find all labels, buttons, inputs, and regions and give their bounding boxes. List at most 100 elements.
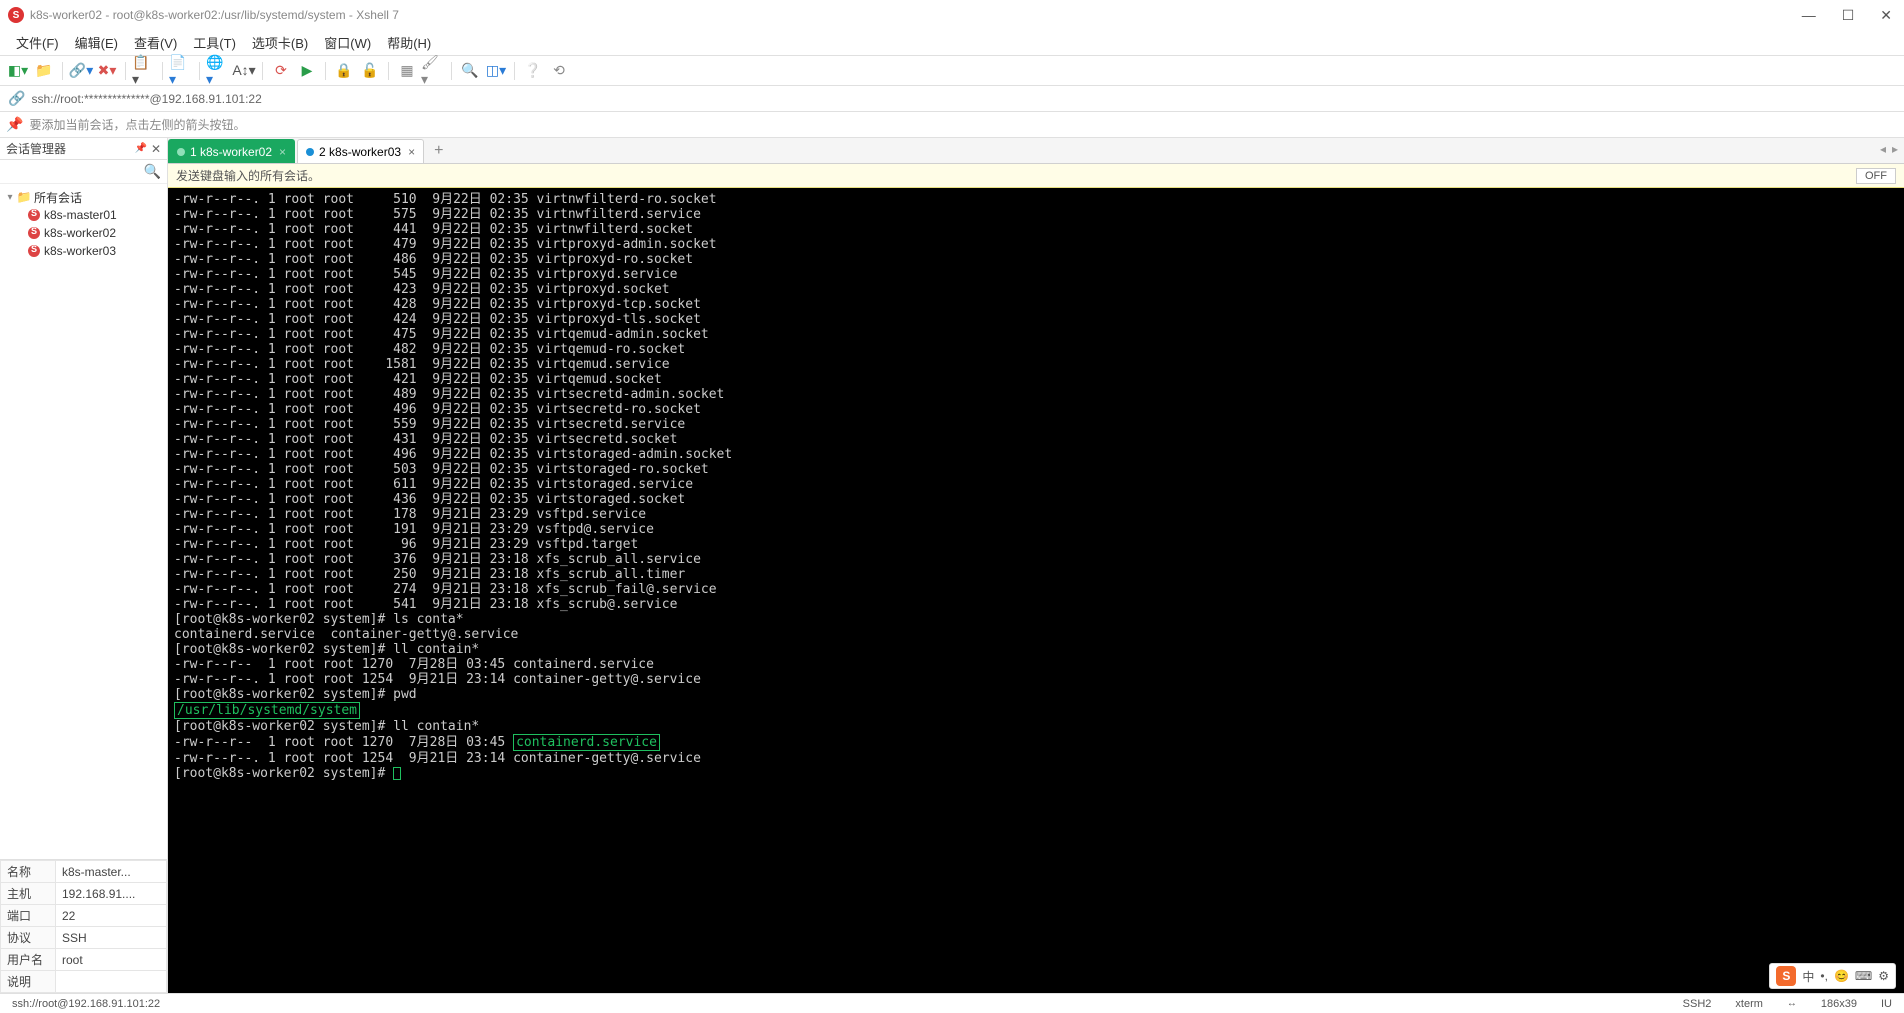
globe-icon[interactable]: 🌐▾ bbox=[206, 59, 230, 83]
status-size: 186x39 bbox=[1817, 998, 1861, 1010]
session-tree[interactable]: ▾ 所有会话 k8s-master01 k8s-worker02 k8s-wor… bbox=[0, 184, 167, 859]
ime-tray[interactable]: S 中 •, 😊 ⌨ ⚙ bbox=[1769, 963, 1896, 989]
session-icon bbox=[28, 245, 40, 257]
prop-key: 说明 bbox=[1, 971, 56, 993]
status-address: ssh://root@192.168.91.101:22 bbox=[8, 998, 164, 1010]
broadcast-text: 发送键盘输入的所有会话。 bbox=[176, 167, 320, 184]
folder-icon bbox=[16, 190, 32, 204]
prop-val: root bbox=[56, 949, 167, 971]
session-label: k8s-worker03 bbox=[44, 244, 116, 258]
tab-prev-icon[interactable]: ◂ bbox=[1880, 142, 1886, 156]
link-icon[interactable]: 🔗 bbox=[8, 90, 25, 107]
status-resize-icon: ↔ bbox=[1783, 998, 1801, 1009]
app-icon: S bbox=[8, 7, 24, 23]
session-label: k8s-worker02 bbox=[44, 226, 116, 240]
open-session-icon[interactable]: 📁 bbox=[32, 59, 56, 83]
lock-icon[interactable]: 🔒 bbox=[332, 59, 356, 83]
brush-icon[interactable]: 🖌▾ bbox=[421, 59, 445, 83]
session-item[interactable]: k8s-worker03 bbox=[2, 242, 165, 260]
ime-punct-icon[interactable]: •, bbox=[1820, 969, 1828, 983]
tab-close-icon[interactable]: × bbox=[408, 145, 415, 159]
prop-val: SSH bbox=[56, 927, 167, 949]
prop-val: k8s-master... bbox=[56, 861, 167, 883]
prop-key: 端口 bbox=[1, 905, 56, 927]
address-bar: 🔗 ssh://root:**************@192.168.91.1… bbox=[0, 86, 1904, 112]
tab-worker02[interactable]: 1 k8s-worker02 × bbox=[168, 139, 295, 163]
tab-status-dot bbox=[306, 148, 314, 156]
broadcast-off-button[interactable]: OFF bbox=[1856, 168, 1896, 184]
window-title: k8s-worker02 - root@k8s-worker02:/usr/li… bbox=[30, 8, 1798, 22]
prop-key: 协议 bbox=[1, 927, 56, 949]
ime-s-icon[interactable]: S bbox=[1776, 966, 1796, 986]
status-bar: ssh://root@192.168.91.101:22 SSH2 xterm … bbox=[0, 993, 1904, 1013]
tab-bar: 1 k8s-worker02 × 2 k8s-worker03 × + ◂ ▸ bbox=[168, 138, 1904, 164]
prop-key: 用户名 bbox=[1, 949, 56, 971]
restart-icon[interactable]: ⟳ bbox=[269, 59, 293, 83]
prop-key: 名称 bbox=[1, 861, 56, 883]
tree-root[interactable]: ▾ 所有会话 bbox=[2, 188, 165, 206]
address-text[interactable]: ssh://root:**************@192.168.91.101… bbox=[31, 92, 261, 106]
two-pane-icon[interactable]: ◫▾ bbox=[484, 59, 508, 83]
disconnect-icon[interactable]: ✖▾ bbox=[95, 59, 119, 83]
prop-val: 22 bbox=[56, 905, 167, 927]
search-icon[interactable]: 🔍 bbox=[144, 163, 161, 180]
paste-icon[interactable]: 📄▾ bbox=[169, 59, 193, 83]
menu-help[interactable]: 帮助(H) bbox=[381, 31, 437, 54]
find-icon[interactable]: 🔍 bbox=[458, 59, 482, 83]
prop-val bbox=[56, 971, 167, 993]
broadcast-bar: 发送键盘输入的所有会话。 OFF bbox=[168, 164, 1904, 188]
session-icon bbox=[28, 209, 40, 221]
maximize-button[interactable]: ☐ bbox=[1838, 7, 1859, 24]
tab-worker03[interactable]: 2 k8s-worker03 × bbox=[297, 139, 424, 163]
session-icon bbox=[28, 227, 40, 239]
help-icon[interactable]: ❔ bbox=[521, 59, 545, 83]
toolbar: ◧▾ 📁 🔗▾ ✖▾ 📋▾ 📄▾ 🌐▾ A↕▾ ⟳ ▶ 🔒 🔓 ▦ 🖌▾ 🔍 ◫… bbox=[0, 56, 1904, 86]
tab-add-button[interactable]: + bbox=[426, 139, 451, 163]
tab-status-dot bbox=[177, 148, 185, 156]
tab-close-icon[interactable]: × bbox=[279, 145, 286, 159]
tab-label: 2 k8s-worker03 bbox=[319, 145, 401, 159]
ime-keyboard-icon[interactable]: ⌨ bbox=[1855, 969, 1872, 983]
grid-icon[interactable]: ▦ bbox=[395, 59, 419, 83]
hint-bar: 📌 要添加当前会话，点击左侧的箭头按钮。 bbox=[0, 112, 1904, 138]
unlock-icon[interactable]: 🔓 bbox=[358, 59, 382, 83]
prop-key: 主机 bbox=[1, 883, 56, 905]
session-label: k8s-master01 bbox=[44, 208, 117, 222]
panel-pin-icon[interactable]: 📌 bbox=[134, 143, 146, 154]
font-icon[interactable]: A↕▾ bbox=[232, 59, 256, 83]
sync-icon[interactable]: ⟲ bbox=[547, 59, 571, 83]
pin-icon[interactable]: 📌 bbox=[6, 116, 23, 133]
status-ssh: SSH2 bbox=[1679, 998, 1716, 1010]
close-button[interactable]: ✕ bbox=[1876, 7, 1896, 24]
minimize-button[interactable]: — bbox=[1798, 7, 1820, 24]
session-manager-title: 会话管理器 bbox=[6, 140, 66, 157]
reconnect-icon[interactable]: 🔗▾ bbox=[69, 59, 93, 83]
session-manager-panel: 会话管理器 📌 ✕ 🔍 ▾ 所有会话 k8s-master01 k8s-work… bbox=[0, 138, 168, 993]
session-item[interactable]: k8s-worker02 bbox=[2, 224, 165, 242]
ime-cn[interactable]: 中 bbox=[1802, 968, 1814, 985]
tab-label: 1 k8s-worker02 bbox=[190, 145, 272, 159]
ime-emoji-icon[interactable]: 😊 bbox=[1834, 969, 1849, 983]
copy-icon[interactable]: 📋▾ bbox=[132, 59, 156, 83]
title-bar: S k8s-worker02 - root@k8s-worker02:/usr/… bbox=[0, 0, 1904, 30]
session-item[interactable]: k8s-master01 bbox=[2, 206, 165, 224]
menu-window[interactable]: 窗口(W) bbox=[318, 31, 377, 54]
menu-bar: 文件(F) 编辑(E) 查看(V) 工具(T) 选项卡(B) 窗口(W) 帮助(… bbox=[0, 30, 1904, 56]
panel-close-icon[interactable]: ✕ bbox=[151, 142, 161, 156]
tab-next-icon[interactable]: ▸ bbox=[1892, 142, 1898, 156]
play-icon[interactable]: ▶ bbox=[295, 59, 319, 83]
prop-val: 192.168.91.... bbox=[56, 883, 167, 905]
hint-text: 要添加当前会话，点击左侧的箭头按钮。 bbox=[29, 116, 245, 133]
status-extra: IU bbox=[1877, 998, 1896, 1010]
menu-tabs[interactable]: 选项卡(B) bbox=[246, 31, 314, 54]
status-term: xterm bbox=[1731, 998, 1767, 1010]
tree-root-label: 所有会话 bbox=[34, 189, 82, 206]
new-session-icon[interactable]: ◧▾ bbox=[6, 59, 30, 83]
ime-settings-icon[interactable]: ⚙ bbox=[1878, 969, 1889, 983]
menu-view[interactable]: 查看(V) bbox=[128, 31, 183, 54]
terminal[interactable]: -rw-r--r--. 1 root root 510 9月22日 02:35 … bbox=[168, 188, 1904, 993]
menu-edit[interactable]: 编辑(E) bbox=[69, 31, 124, 54]
menu-tools[interactable]: 工具(T) bbox=[187, 31, 242, 54]
session-properties: 名称k8s-master... 主机192.168.91.... 端口22 协议… bbox=[0, 859, 167, 993]
menu-file[interactable]: 文件(F) bbox=[10, 31, 65, 54]
